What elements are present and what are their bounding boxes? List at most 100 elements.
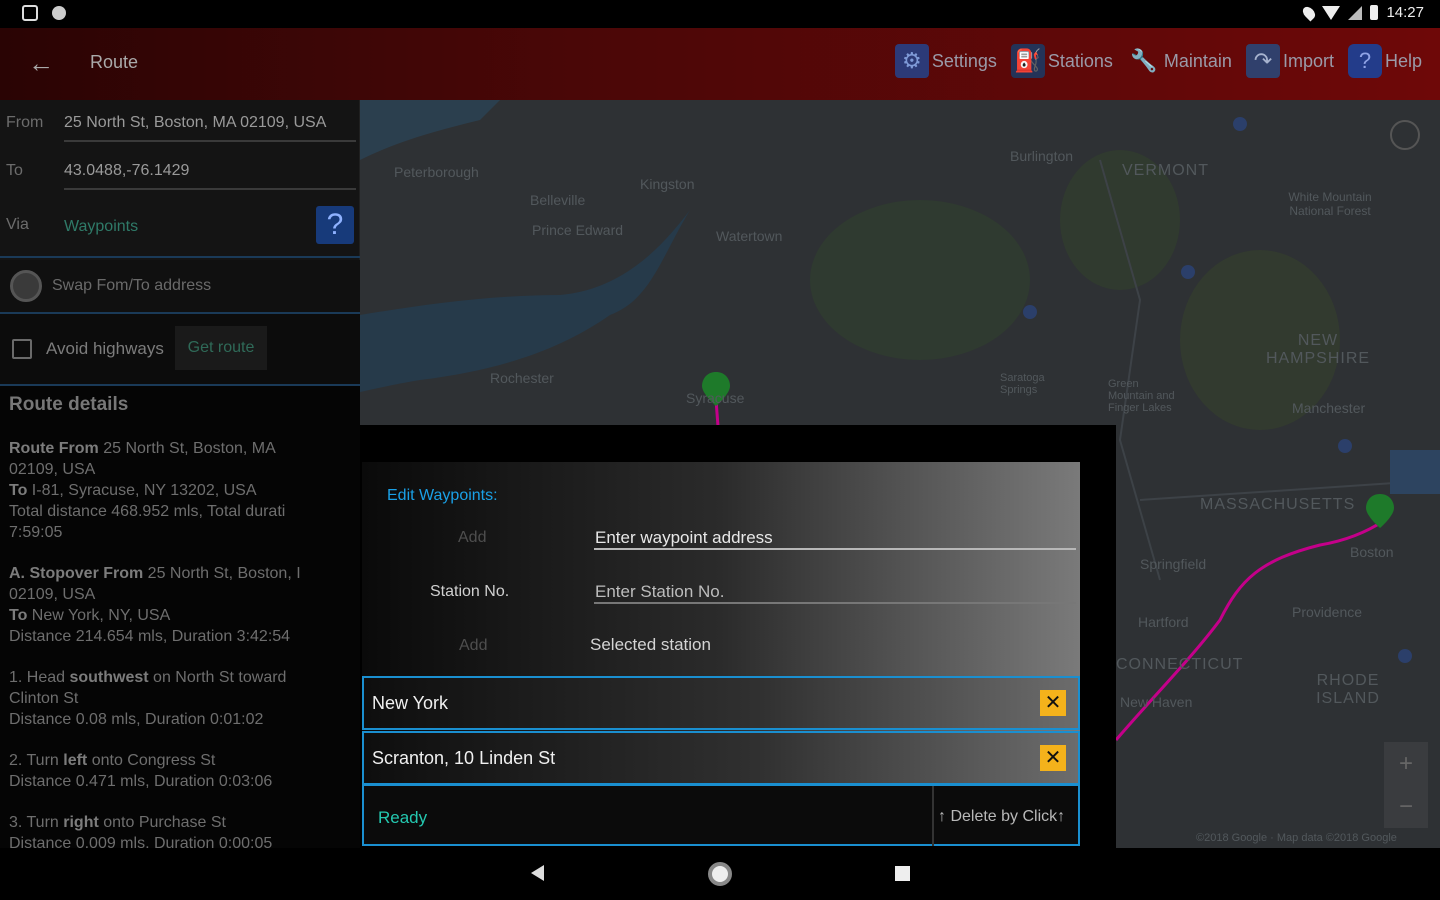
help-button[interactable]: ? Help bbox=[1347, 44, 1422, 78]
dialog-footer: Ready ↑ Delete by Click↑ bbox=[362, 784, 1080, 846]
via-row: Via Waypoints bbox=[0, 202, 360, 248]
gear-icon: ⚙ bbox=[894, 44, 929, 78]
map-label: MASSACHUSETTS bbox=[1200, 496, 1356, 513]
avoid-highways-label: Avoid highways bbox=[46, 339, 164, 358]
app-bar: ← Route ⚙ Settings ⛽ Stations 🔧 Maintain… bbox=[0, 28, 1440, 100]
map-label: Manchester bbox=[1292, 400, 1366, 416]
map-label: Burlington bbox=[1010, 148, 1074, 164]
highway-shield-icon bbox=[1233, 117, 1247, 131]
system-nav-bar bbox=[0, 848, 1440, 900]
map-label: VERMONT bbox=[1122, 162, 1209, 179]
back-arrow-icon[interactable]: ← bbox=[28, 48, 54, 78]
map-label: Boston bbox=[1350, 544, 1394, 560]
nav-back-icon[interactable] bbox=[531, 865, 544, 881]
sync-notification-icon bbox=[52, 6, 66, 20]
map-label: Providence bbox=[1292, 604, 1363, 620]
avoid-highways-checkbox[interactable] bbox=[12, 339, 32, 359]
ready-button[interactable]: Ready bbox=[378, 808, 427, 828]
highway-shield-icon bbox=[1338, 439, 1352, 453]
wrench-icon: 🔧 bbox=[1130, 48, 1158, 73]
highway-shield-icon bbox=[1181, 265, 1195, 279]
to-label: To bbox=[6, 162, 23, 179]
import-button[interactable]: ↷ Import bbox=[1245, 44, 1334, 78]
lake-shape bbox=[360, 100, 500, 160]
settings-button[interactable]: ⚙ Settings bbox=[894, 44, 997, 78]
location-icon bbox=[1300, 4, 1318, 21]
map-label: Rochester bbox=[490, 370, 554, 386]
from-row: From 25 North St, Boston, MA 02109, USA bbox=[0, 100, 360, 146]
from-label: From bbox=[6, 114, 44, 131]
map-label: RHODE ISLAND bbox=[1316, 672, 1380, 707]
page-title: Route bbox=[90, 52, 139, 72]
highway-shield-icon bbox=[1398, 649, 1412, 663]
station-no-input[interactable]: Enter Station No. bbox=[595, 582, 724, 602]
route-panel: From 25 North St, Boston, MA 02109, USA … bbox=[0, 100, 360, 860]
map-label: CONNECTICUT bbox=[1116, 656, 1244, 673]
map-label: Belleville bbox=[530, 192, 586, 208]
delete-waypoint-icon[interactable]: ✕ bbox=[1040, 745, 1066, 771]
screenshot-notification-icon bbox=[22, 5, 38, 21]
zoom-control: + − bbox=[1384, 742, 1428, 828]
direction-step: 1. Head southwest on North St toward Cli… bbox=[9, 669, 287, 728]
status-bar: 14:27 bbox=[0, 0, 1440, 28]
battery-icon bbox=[1370, 5, 1379, 20]
swap-label: Swap Fom/To address bbox=[52, 277, 212, 294]
via-label: Via bbox=[6, 216, 29, 233]
station-no-label: Station No. bbox=[430, 583, 510, 600]
delete-waypoint-icon[interactable]: ✕ bbox=[1040, 690, 1066, 716]
to-field[interactable]: 43.0488,-76.1429 bbox=[64, 162, 189, 180]
swap-icon[interactable] bbox=[10, 270, 42, 302]
map-label: Hartford bbox=[1138, 614, 1189, 630]
map-label: Green Mountain and Finger Lakes bbox=[1108, 378, 1175, 414]
waypoint-name: New York bbox=[372, 693, 449, 713]
help-icon: ? bbox=[1347, 44, 1382, 78]
clock: 14:27 bbox=[1386, 4, 1424, 21]
map-label: New Haven bbox=[1120, 694, 1193, 710]
map-label: Springfield bbox=[1140, 556, 1207, 572]
waypoint-name: Scranton, 10 Linden St bbox=[372, 748, 556, 768]
zoom-in-icon[interactable]: + bbox=[1384, 742, 1428, 785]
delete-hint: ↑ Delete by Click↑ bbox=[938, 808, 1066, 825]
next-arrow-icon[interactable] bbox=[1390, 450, 1440, 494]
nav-home-icon[interactable] bbox=[708, 862, 732, 886]
to-row: To 43.0488,-76.1429 bbox=[0, 148, 360, 194]
map-label: Prince Edward bbox=[532, 222, 624, 238]
my-location-icon[interactable] bbox=[1390, 120, 1420, 150]
station-icon: ⛽ bbox=[1010, 44, 1045, 78]
dialog-title: Edit Waypoints: bbox=[387, 487, 498, 504]
map-label: Kingston bbox=[640, 176, 695, 192]
route-details: Route From 25 North St, Boston, MA 02109… bbox=[9, 438, 349, 874]
map-label: Watertown bbox=[716, 228, 783, 244]
question-icon: ? bbox=[326, 208, 344, 241]
from-field[interactable]: 25 North St, Boston, MA 02109, USA bbox=[64, 114, 326, 132]
stopover-summary: A. Stopover From 25 North St, Boston, I … bbox=[9, 565, 301, 645]
lake-ontario bbox=[360, 210, 690, 392]
waypoint-item[interactable]: New York ✕ bbox=[362, 676, 1080, 730]
edit-waypoints-dialog: Edit Waypoints: Add Enter waypoint addre… bbox=[362, 462, 1080, 846]
waypoints-link[interactable]: Waypoints bbox=[64, 218, 138, 236]
route-form: From 25 North St, Boston, MA 02109, USA … bbox=[0, 100, 360, 260]
wifi-icon bbox=[1322, 5, 1341, 20]
waypoint-address-input[interactable]: Enter waypoint address bbox=[595, 528, 773, 548]
map-attribution: ©2018 Google · Map data ©2018 Google bbox=[1196, 832, 1397, 844]
via-help-button[interactable]: ? bbox=[316, 206, 354, 244]
add-station-button[interactable]: Add bbox=[459, 637, 487, 655]
toolbar-actions: ⚙ Settings ⛽ Stations 🔧 Maintain ↷ Impor… bbox=[894, 44, 1422, 78]
direction-step: 2. Turn left onto Congress St Distance 0… bbox=[9, 752, 273, 790]
get-route-button[interactable]: Get route bbox=[175, 326, 267, 370]
stations-button[interactable]: ⛽ Stations bbox=[1010, 44, 1113, 78]
highway-shield-icon bbox=[1023, 305, 1037, 319]
forest-area bbox=[810, 200, 1030, 360]
selected-station-label: Selected station bbox=[590, 635, 711, 654]
import-icon: ↷ bbox=[1245, 44, 1280, 78]
add-address-button[interactable]: Add bbox=[458, 529, 486, 547]
map-label: White Mountain National Forest bbox=[1288, 190, 1372, 218]
maintain-button[interactable]: 🔧 Maintain bbox=[1127, 44, 1232, 78]
nav-recents-icon[interactable] bbox=[895, 866, 910, 881]
map-label: Syracuse bbox=[686, 390, 745, 406]
map-marker-icon[interactable] bbox=[1366, 494, 1394, 528]
route-details-title: Route details bbox=[9, 394, 129, 415]
zoom-out-icon[interactable]: − bbox=[1384, 785, 1428, 828]
signal-icon bbox=[1348, 5, 1363, 20]
waypoint-item[interactable]: Scranton, 10 Linden St ✕ bbox=[362, 731, 1080, 785]
